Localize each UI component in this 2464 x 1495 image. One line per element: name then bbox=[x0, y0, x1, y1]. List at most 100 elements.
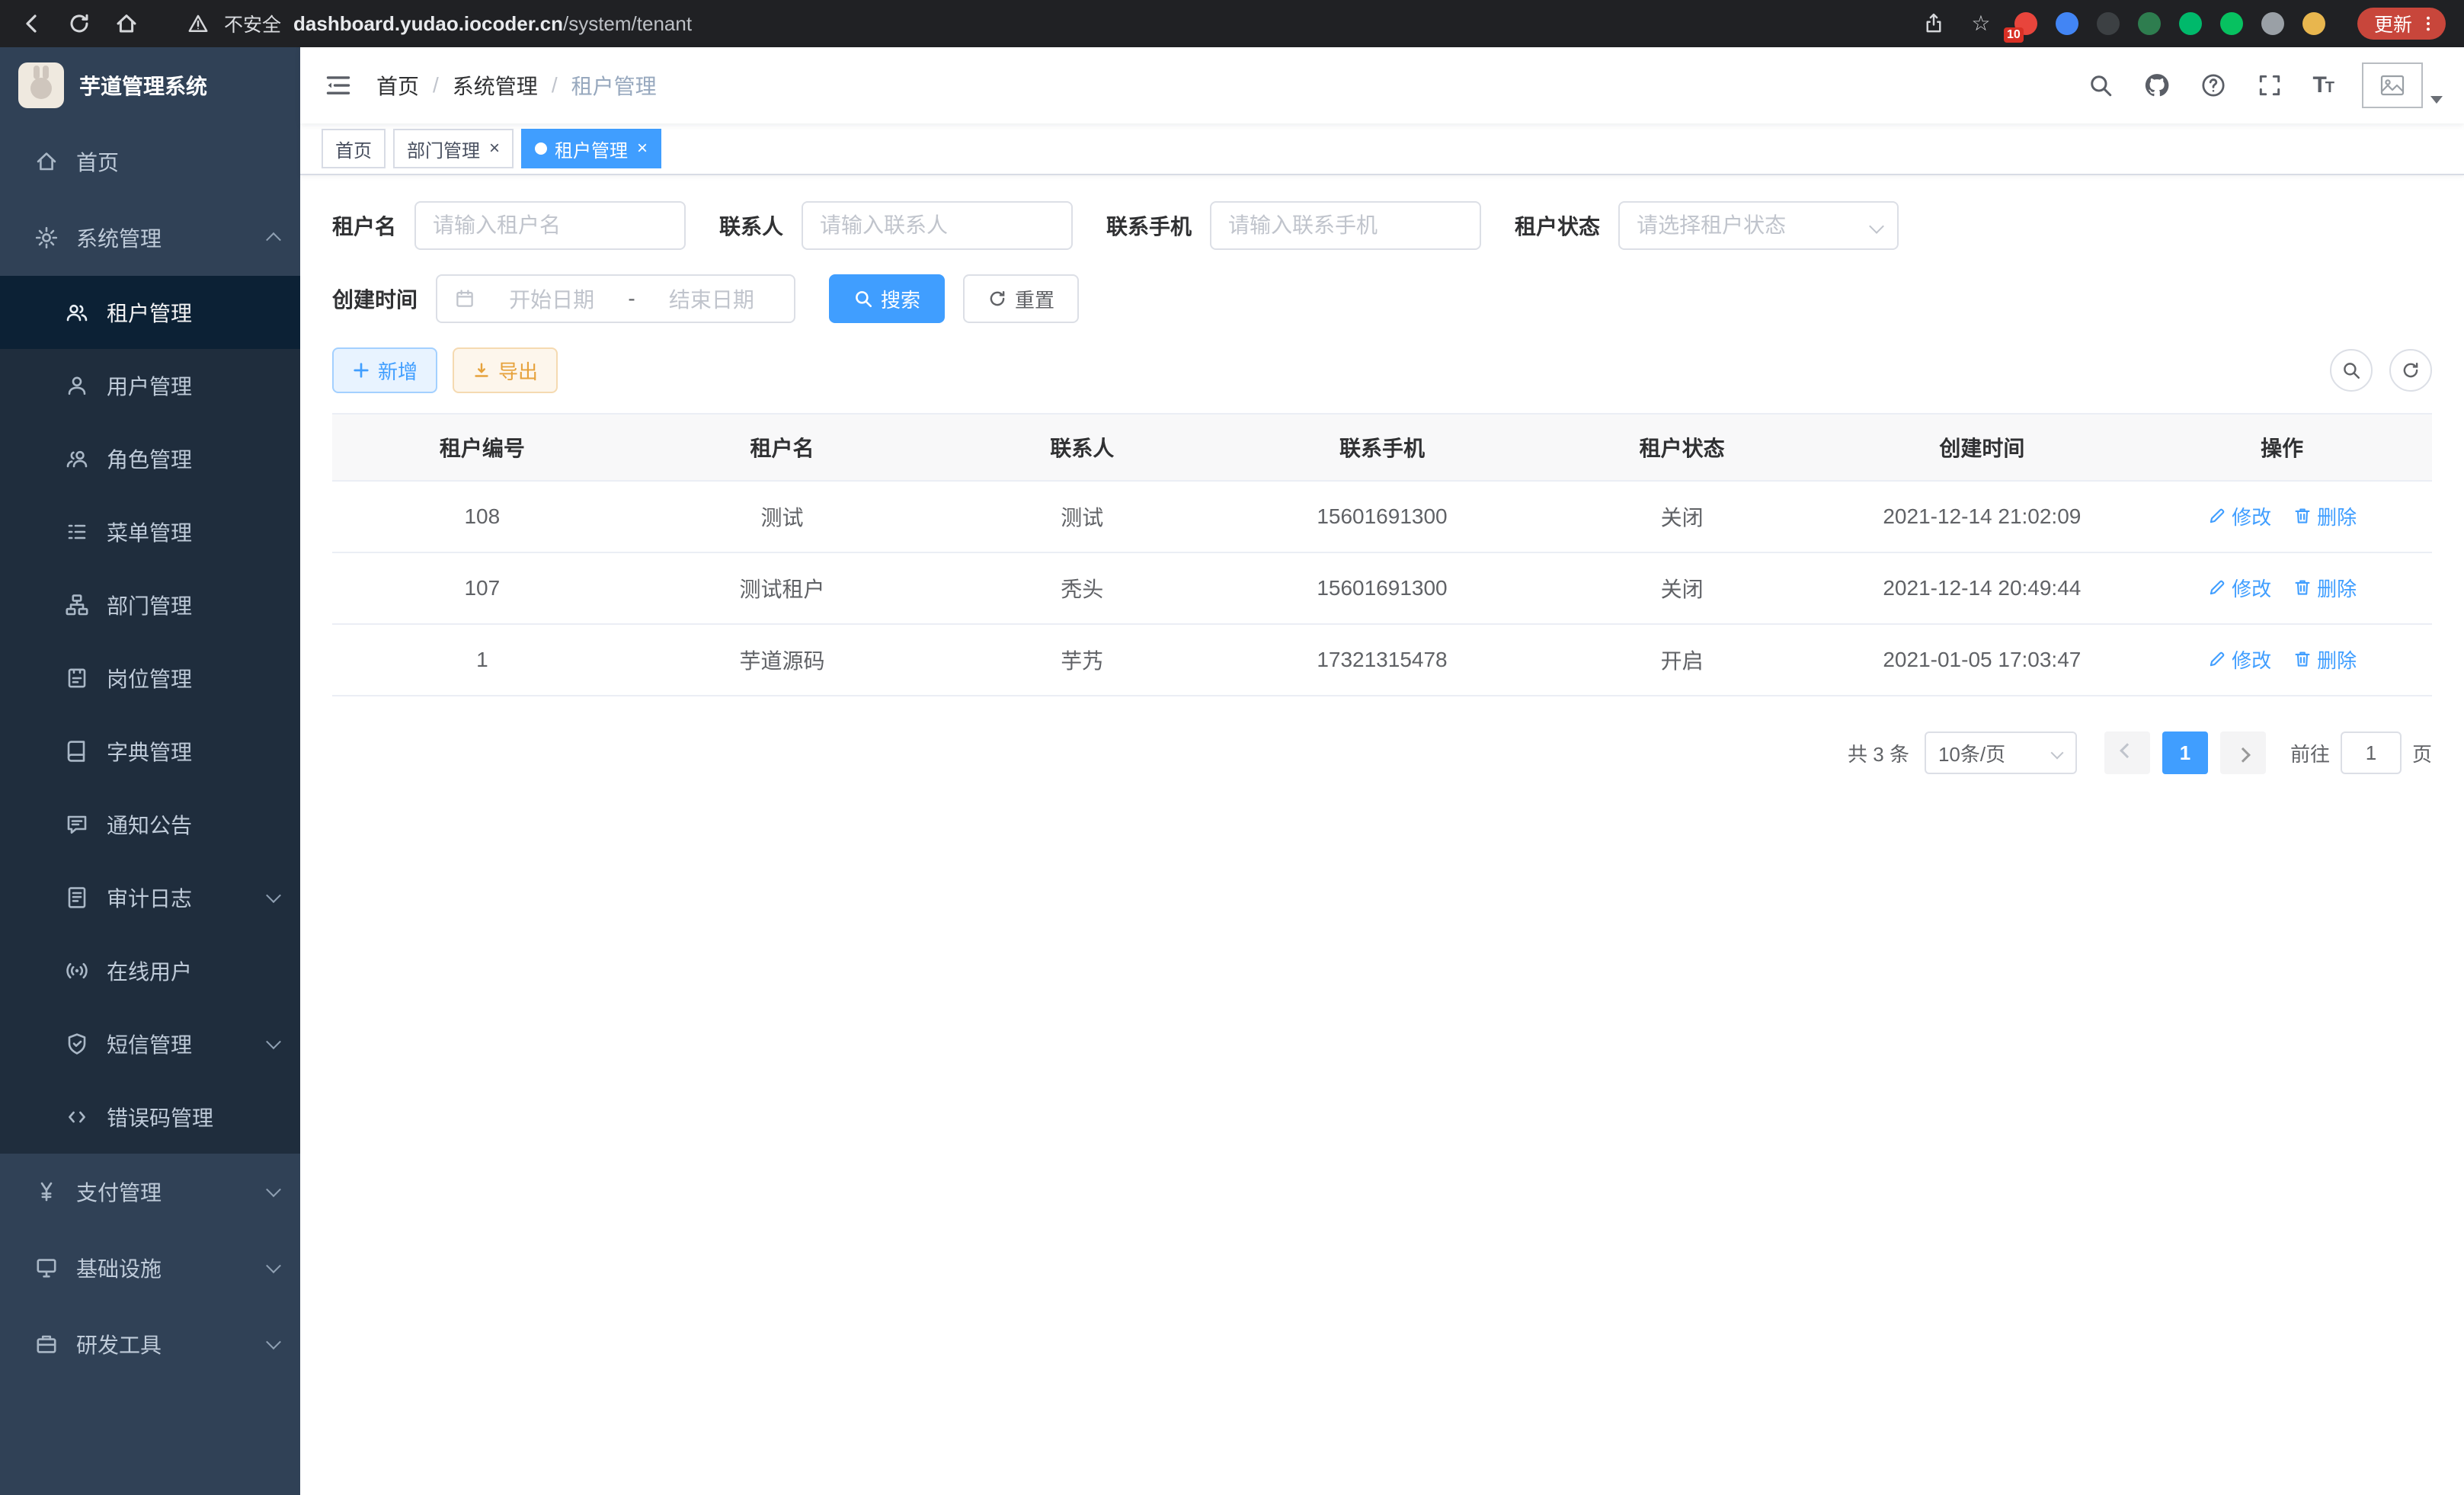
yen-icon bbox=[34, 1179, 59, 1205]
toggle-search-button[interactable] bbox=[2330, 349, 2373, 392]
reload-icon[interactable] bbox=[66, 10, 93, 37]
breadcrumb-item-1[interactable]: 首页 bbox=[376, 70, 419, 101]
reset-button[interactable]: 重置 bbox=[963, 274, 1079, 323]
page-number-1[interactable]: 1 bbox=[2162, 731, 2208, 774]
font-size-icon[interactable]: TT bbox=[2312, 72, 2333, 98]
status-select[interactable] bbox=[1618, 201, 1899, 250]
dots-vertical-icon bbox=[2418, 14, 2438, 34]
sidebar-item-user[interactable]: 用户管理 bbox=[0, 349, 300, 422]
sidebar-item-devtools[interactable]: 研发工具 bbox=[0, 1306, 300, 1382]
sidebar-item-label: 租户管理 bbox=[107, 297, 192, 328]
extension-yuque-icon[interactable] bbox=[2179, 12, 2202, 35]
sidebar-item-label: 部门管理 bbox=[107, 590, 192, 620]
delete-action[interactable]: 删除 bbox=[2293, 502, 2357, 530]
active-tab-dot bbox=[535, 142, 547, 155]
fullscreen-icon[interactable] bbox=[2256, 72, 2283, 99]
extension-green-icon[interactable] bbox=[2138, 12, 2161, 35]
extension-colorful-icon[interactable]: 10 bbox=[2014, 12, 2037, 35]
search-button[interactable]: 搜索 bbox=[829, 274, 945, 323]
export-button[interactable]: 导出 bbox=[453, 347, 558, 393]
sidebar-item-notice[interactable]: 通知公告 bbox=[0, 788, 300, 861]
contact-input[interactable] bbox=[820, 213, 1054, 238]
sidebar-item-dict[interactable]: 字典管理 bbox=[0, 715, 300, 788]
sidebar-item-label: 岗位管理 bbox=[107, 663, 192, 693]
github-icon[interactable] bbox=[2143, 72, 2171, 99]
sidebar-item-tenant[interactable]: 租户管理 bbox=[0, 276, 300, 349]
goto-page-input[interactable] bbox=[2341, 731, 2402, 774]
close-icon[interactable]: × bbox=[637, 139, 648, 158]
tab-租户管理[interactable]: 租户管理× bbox=[521, 129, 661, 168]
add-button[interactable]: 新增 bbox=[332, 347, 437, 393]
tab-首页[interactable]: 首页 bbox=[322, 129, 386, 168]
delete-action[interactable]: 删除 bbox=[2293, 645, 2357, 674]
sidebar-logo[interactable]: 芋道管理系统 bbox=[0, 47, 300, 123]
close-icon[interactable]: × bbox=[489, 139, 500, 158]
sidebar-item-role[interactable]: 角色管理 bbox=[0, 422, 300, 495]
edit-action[interactable]: 修改 bbox=[2207, 502, 2271, 530]
user-avatar-dropdown[interactable] bbox=[2362, 62, 2443, 108]
cell-contact: 秃头 bbox=[932, 552, 1232, 624]
extension-chat-icon[interactable] bbox=[2220, 12, 2243, 35]
sidebar-item-label: 审计日志 bbox=[107, 882, 192, 913]
prev-page-button[interactable] bbox=[2104, 731, 2150, 774]
sidebar-item-pay[interactable]: 支付管理 bbox=[0, 1154, 300, 1230]
page-size-select[interactable]: 10条/页 bbox=[1925, 731, 2077, 774]
sidebar-item-menu[interactable]: 菜单管理 bbox=[0, 495, 300, 568]
edit-action-label: 修改 bbox=[2232, 574, 2271, 602]
update-button[interactable]: 更新 bbox=[2357, 8, 2446, 40]
tags-view: 首页部门管理×租户管理× bbox=[300, 123, 2464, 175]
sidebar-item-label: 短信管理 bbox=[107, 1029, 192, 1059]
date-separator: - bbox=[628, 287, 635, 311]
menu-icon bbox=[64, 519, 90, 545]
share-icon[interactable] bbox=[1920, 10, 1947, 37]
tab-部门管理[interactable]: 部门管理× bbox=[393, 129, 514, 168]
extension-face-icon[interactable] bbox=[2302, 12, 2325, 35]
date-range-picker[interactable]: 开始日期 - 结束日期 bbox=[436, 274, 795, 323]
sidebar-item-label: 基础设施 bbox=[76, 1253, 162, 1283]
contact-label: 联系人 bbox=[719, 210, 783, 241]
home-icon bbox=[34, 149, 59, 174]
sidebar-item-infra[interactable]: 基础设施 bbox=[0, 1230, 300, 1306]
help-icon[interactable] bbox=[2200, 72, 2227, 99]
next-page-button[interactable] bbox=[2220, 731, 2266, 774]
sidebar-item-online-user[interactable]: 在线用户 bbox=[0, 934, 300, 1007]
extension-blue-icon[interactable] bbox=[2056, 12, 2078, 35]
sidebar-item-sms[interactable]: 短信管理 bbox=[0, 1007, 300, 1080]
search-icon bbox=[2341, 360, 2361, 380]
delete-action[interactable]: 删除 bbox=[2293, 574, 2357, 602]
hamburger-icon[interactable] bbox=[300, 72, 376, 99]
refresh-table-button[interactable] bbox=[2389, 349, 2432, 392]
extension-puzzle-icon[interactable] bbox=[2261, 12, 2284, 35]
pagination-total: 共 3 条 bbox=[1848, 739, 1909, 767]
page-size-value: 10条/页 bbox=[1938, 739, 2005, 767]
sidebar-item-audit-log[interactable]: 审计日志 bbox=[0, 861, 300, 934]
extension-dark-icon[interactable] bbox=[2097, 12, 2120, 35]
trash-icon bbox=[2293, 578, 2312, 597]
back-icon[interactable] bbox=[18, 10, 46, 37]
field-tenant-name: 租户名 bbox=[332, 201, 686, 250]
browser-home-icon[interactable] bbox=[113, 10, 140, 37]
trash-icon bbox=[2293, 506, 2312, 526]
sidebar-item-home[interactable]: 首页 bbox=[0, 123, 300, 200]
sidebar-item-system[interactable]: 系统管理 bbox=[0, 200, 300, 276]
sidebar-item-post[interactable]: 岗位管理 bbox=[0, 642, 300, 715]
breadcrumb-item-2[interactable]: 系统管理 bbox=[453, 70, 538, 101]
sidebar-item-dept[interactable]: 部门管理 bbox=[0, 568, 300, 642]
cell-phone: 15601691300 bbox=[1232, 552, 1532, 624]
table-row: 108测试测试15601691300关闭2021-12-14 21:02:09修… bbox=[332, 481, 2432, 552]
field-status: 租户状态 bbox=[1515, 201, 1899, 250]
date-start-placeholder: 开始日期 bbox=[486, 283, 617, 314]
bookmark-star-icon[interactable]: ☆ bbox=[1967, 10, 1995, 37]
sidebar-item-error-code[interactable]: 错误码管理 bbox=[0, 1080, 300, 1154]
search-icon[interactable] bbox=[2087, 72, 2114, 99]
chevron-down-icon bbox=[266, 1034, 281, 1049]
sidebar-item-label: 首页 bbox=[76, 146, 119, 177]
phone-input[interactable] bbox=[1228, 213, 1463, 238]
field-create-time: 创建时间 开始日期 - 结束日期 bbox=[332, 274, 795, 323]
edit-action[interactable]: 修改 bbox=[2207, 574, 2271, 602]
edit-action[interactable]: 修改 bbox=[2207, 645, 2271, 674]
sidebar-item-label: 研发工具 bbox=[76, 1329, 162, 1359]
address-bar[interactable]: 不安全 dashboard.yudao.iocoder.cn/system/te… bbox=[184, 10, 692, 37]
tenant-name-input[interactable] bbox=[433, 213, 667, 238]
chevron-right-icon bbox=[2235, 748, 2251, 763]
